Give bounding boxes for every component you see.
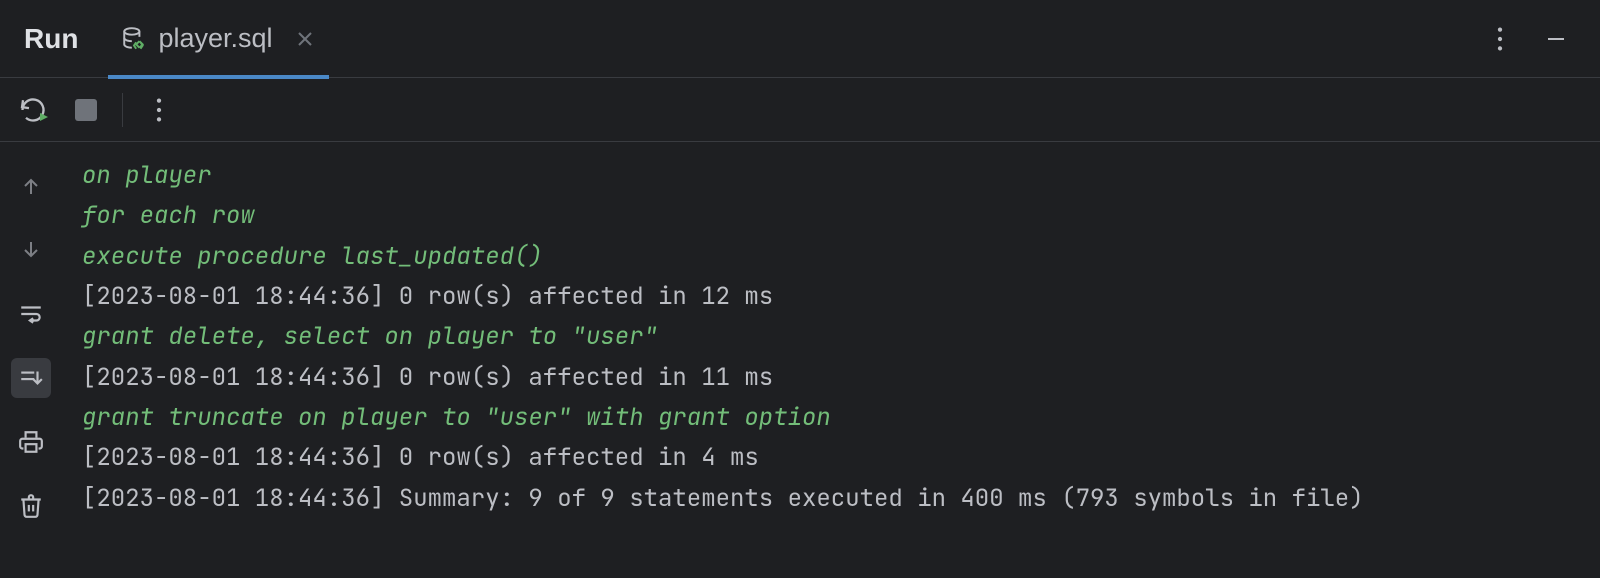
toolbar-divider — [122, 93, 123, 127]
console-line: on player — [82, 156, 1580, 196]
console-line: [2023-08-01 18:44:36] 0 row(s) affected … — [82, 358, 1580, 398]
run-label: Run — [0, 23, 108, 55]
rerun-button[interactable] — [18, 94, 50, 126]
print-icon[interactable] — [11, 422, 51, 462]
toolbar — [0, 78, 1600, 142]
close-icon[interactable] — [293, 27, 317, 51]
content-area: on player for each row execute procedure… — [0, 142, 1600, 578]
window-header: Run player.sql — [0, 0, 1600, 78]
arrow-down-icon[interactable] — [11, 230, 51, 270]
console-sidebar — [0, 142, 62, 578]
tab-player-sql[interactable]: player.sql — [108, 2, 328, 79]
tab-label: player.sql — [158, 23, 272, 54]
header-actions — [1486, 25, 1600, 53]
soft-wrap-icon[interactable] — [11, 294, 51, 334]
stop-button[interactable] — [70, 94, 102, 126]
trash-icon[interactable] — [11, 486, 51, 526]
minimize-icon[interactable] — [1542, 25, 1570, 53]
console-line: grant delete, select on player to "user" — [82, 317, 1580, 357]
console-line: [2023-08-01 18:44:36] Summary: 9 of 9 st… — [82, 479, 1580, 519]
toolbar-more-icon[interactable] — [143, 94, 175, 126]
console-line: for each row — [82, 196, 1580, 236]
database-icon — [120, 25, 148, 53]
console-line: [2023-08-01 18:44:36] 0 row(s) affected … — [82, 277, 1580, 317]
console-output[interactable]: on player for each row execute procedure… — [62, 142, 1600, 578]
more-icon[interactable] — [1486, 25, 1514, 53]
scroll-to-end-icon[interactable] — [11, 358, 51, 398]
console-line: grant truncate on player to "user" with … — [82, 398, 1580, 438]
console-line: execute procedure last_updated() — [82, 237, 1580, 277]
console-line: [2023-08-01 18:44:36] 0 row(s) affected … — [82, 438, 1580, 478]
arrow-up-icon[interactable] — [11, 166, 51, 206]
